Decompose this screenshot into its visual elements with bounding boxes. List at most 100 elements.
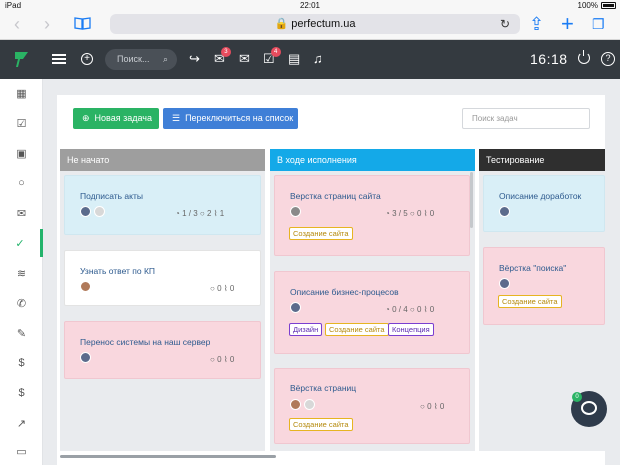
chat-badge: 3 xyxy=(220,47,231,57)
task-card[interactable]: Описание доработок xyxy=(483,175,605,232)
share-icon[interactable]: ⇪ xyxy=(529,15,544,33)
avatar[interactable] xyxy=(80,352,91,363)
avatar[interactable] xyxy=(80,281,91,292)
document-icon[interactable]: ▤ xyxy=(288,52,300,66)
battery-icon xyxy=(601,2,616,9)
header-search[interactable]: Поиск... ⌕ xyxy=(105,49,177,70)
new-task-button[interactable]: ⊕ Новая задача xyxy=(73,108,159,129)
comments-count: 0 xyxy=(427,402,432,411)
sidebar-item-payments[interactable]: $ xyxy=(0,379,43,407)
phone-icon: ✆ xyxy=(16,297,27,310)
task-card[interactable]: Перенос системы на наш сервер ○ 0 ⌇ 0 xyxy=(64,321,261,379)
task-title: Описание бизнес-процесов xyxy=(290,287,399,297)
tag-create-site[interactable]: Создание сайта xyxy=(289,227,353,240)
bell-icon[interactable]: ♫ xyxy=(313,52,323,66)
tasks-icon[interactable]: ☑ 4 xyxy=(263,47,281,66)
avatar[interactable] xyxy=(290,399,301,410)
sidebar-item-dashboard[interactable]: ▦ xyxy=(0,79,43,107)
app-header: + Поиск... ⌕ ↪ ✉ 3 ✉ ☑ 4 ▤ ♫ 16:18 ? xyxy=(0,40,620,79)
calendar-icon: ▣ xyxy=(16,147,27,160)
task-title: Описание доработок xyxy=(499,191,582,201)
tag-concept[interactable]: Концепция xyxy=(388,323,434,336)
task-card[interactable]: Вёрстка "поиска" Создание сайта xyxy=(483,247,605,325)
avatar[interactable] xyxy=(304,399,315,410)
tag-create-site[interactable]: Создание сайта xyxy=(325,323,389,336)
column-scrollbar[interactable] xyxy=(470,172,473,228)
menu-icon[interactable] xyxy=(52,54,66,64)
files-count: 0 xyxy=(439,402,445,411)
power-icon[interactable] xyxy=(578,50,590,64)
column-header-in-progress[interactable]: В ходе исполнения xyxy=(270,149,475,171)
paperclip-icon: ⌇ xyxy=(423,209,428,218)
comment-icon: ○ xyxy=(199,209,205,218)
task-card[interactable]: Вёрстка страниц ○ 0 ⌇ 0 Создание сайта xyxy=(274,368,470,444)
files-count: 1 xyxy=(219,209,225,218)
dollar-icon: $ xyxy=(18,357,25,369)
chat-icon[interactable]: ✉ 3 xyxy=(214,47,231,66)
sidebar-item-calls[interactable]: ✆ xyxy=(0,289,43,317)
avatar[interactable] xyxy=(499,206,510,217)
pencil-icon: ✎ xyxy=(16,327,27,340)
sidebar-item-tasks[interactable]: ✓ xyxy=(0,229,43,257)
avatar[interactable] xyxy=(94,206,105,217)
tabs-icon[interactable]: ❐ xyxy=(592,16,605,32)
sidebar-item-mail[interactable]: ✉ xyxy=(0,199,43,227)
ios-clock: 22:01 xyxy=(299,1,321,10)
sidebar-item-analytics[interactable]: ↗ xyxy=(0,409,43,437)
task-card[interactable]: Подписать акты ◔ 1 / 3 ○ 2 ⌇ 1 xyxy=(64,175,261,235)
board-scrollbar[interactable] xyxy=(60,455,276,458)
task-card[interactable]: Верстка страниц сайта ◔ 3 / 5 ○ 0 ⌇ 0 Со… xyxy=(274,175,470,256)
switch-to-list-button[interactable]: ☰ Переключиться на список xyxy=(163,108,298,129)
address-bar[interactable]: 🔒 perfectum.ua ↻ xyxy=(110,14,520,34)
avatar[interactable] xyxy=(499,278,510,289)
avatar[interactable] xyxy=(290,206,301,217)
sidebar-item-layers[interactable]: ≋ xyxy=(0,259,43,287)
subtasks-icon: ◔ xyxy=(385,209,390,218)
comment-icon: ○ xyxy=(409,305,415,314)
mail-icon[interactable]: ✉ xyxy=(239,52,250,66)
back-icon[interactable]: ‹ xyxy=(14,15,20,33)
column-header-not-started[interactable]: Не начато xyxy=(60,149,265,171)
comments-count: 2 xyxy=(206,209,212,218)
comments-count: 0 xyxy=(416,305,422,314)
sidebar-item-checklist[interactable]: ☑ xyxy=(0,109,43,137)
bookmarks-icon[interactable] xyxy=(74,17,91,30)
envelope-icon: ✉ xyxy=(16,207,27,220)
search-icon: ⌕ xyxy=(162,54,168,64)
layers-icon: ≋ xyxy=(16,267,27,280)
comments-count: 0 xyxy=(217,284,222,293)
task-search-input[interactable]: Поиск задач xyxy=(462,108,590,129)
task-card[interactable]: Узнать ответ по КП ○ 0 ⌇ 0 xyxy=(64,250,261,306)
perfectum-logo-icon[interactable] xyxy=(12,50,30,68)
sidebar-item-finance[interactable]: $ xyxy=(0,349,43,377)
chat-widget-badge: 0 xyxy=(572,392,582,402)
subtasks-count: 0 / 4 xyxy=(392,305,408,314)
task-meta: ◔ 1 / 3 ○ 2 ⌇ 1 xyxy=(175,209,224,218)
avatar[interactable] xyxy=(80,206,91,217)
sidebar-item-calendar[interactable]: ▣ xyxy=(0,139,43,167)
comments-count: 0 xyxy=(416,209,422,218)
new-tab-icon[interactable]: + xyxy=(561,13,574,35)
files-count: 0 xyxy=(429,305,435,314)
sidebar-item-chat[interactable]: ○ xyxy=(0,169,43,197)
sidebar-item-edit[interactable]: ✎ xyxy=(0,319,43,347)
add-circle-icon[interactable]: + xyxy=(81,53,93,65)
tag-design[interactable]: Дизайн xyxy=(289,323,323,336)
task-meta: ◔ 0 / 4 ○ 0 ⌇ 0 xyxy=(385,305,434,314)
help-icon[interactable]: ? xyxy=(601,52,615,66)
list-icon: ☰ xyxy=(172,113,181,123)
forward-arrow-icon[interactable]: ↪ xyxy=(189,52,200,66)
tag-create-site[interactable]: Создание сайта xyxy=(289,418,353,431)
files-count: 0 xyxy=(429,209,435,218)
paperclip-icon: ⌇ xyxy=(433,402,438,411)
avatar[interactable] xyxy=(290,302,301,313)
column-header-testing[interactable]: Тестирование xyxy=(479,149,605,171)
task-card[interactable]: Описание бизнес-процесов ◔ 0 / 4 ○ 0 ⌇ 0… xyxy=(274,271,470,354)
chat-widget-button[interactable]: 0 xyxy=(571,391,607,427)
task-title: Вёрстка "поиска" xyxy=(499,263,567,273)
sidebar-item-files[interactable]: ▭ xyxy=(0,437,43,465)
reload-icon[interactable]: ↻ xyxy=(500,14,510,34)
forward-icon[interactable]: › xyxy=(44,15,50,33)
header-search-placeholder: Поиск... xyxy=(117,54,150,64)
tag-create-site[interactable]: Создание сайта xyxy=(498,295,562,308)
